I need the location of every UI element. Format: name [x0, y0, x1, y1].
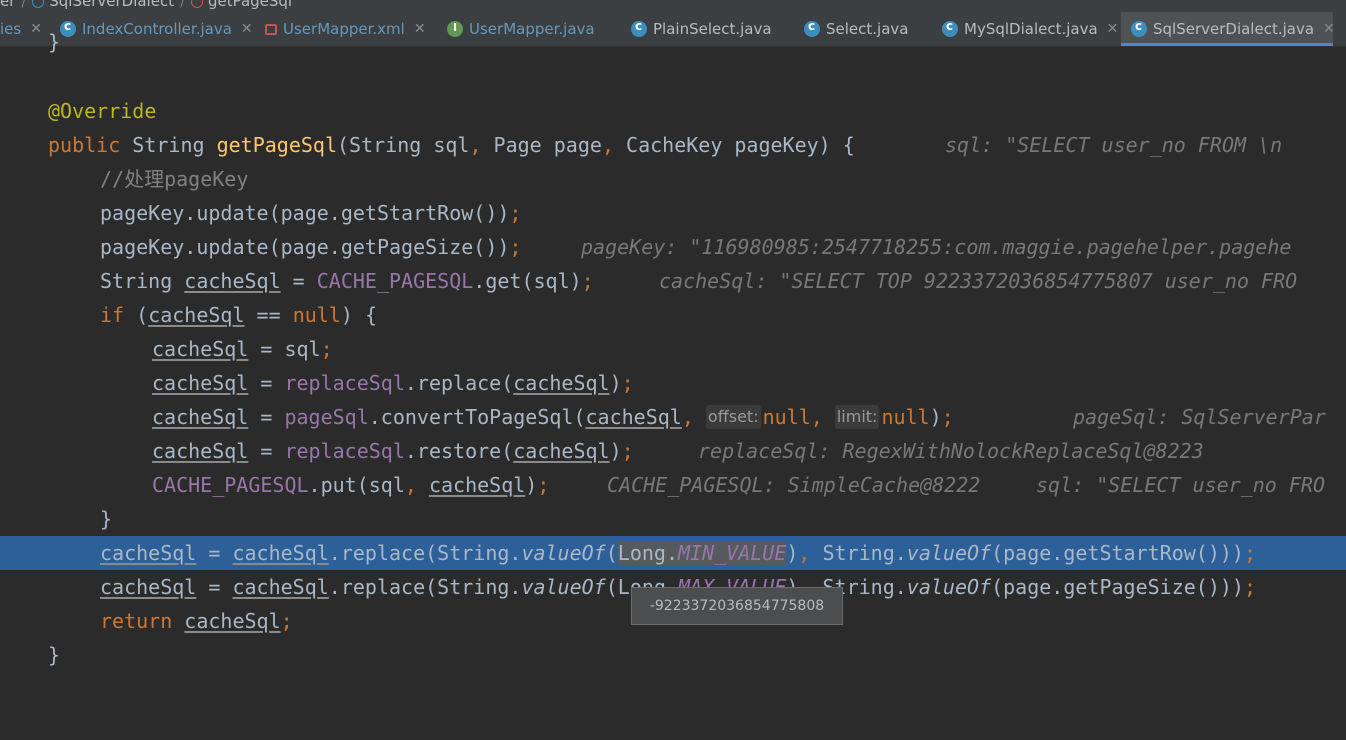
- code-line[interactable]: }: [0, 638, 1346, 672]
- variable-cachesql[interactable]: cacheSql: [152, 405, 248, 429]
- code-line[interactable]: String cacheSql = CACHE_PAGESQL.get(sql)…: [0, 264, 1346, 298]
- debug-inline-value: sql: "SELECT user_no FROM \n: [945, 133, 1283, 157]
- field-pagesql[interactable]: pageSql: [284, 405, 368, 429]
- selected-expression[interactable]: Long.MIN_VALUE: [617, 541, 787, 565]
- breadcrumb-item-method[interactable]: getPageSql: [208, 0, 292, 10]
- brace: }: [48, 643, 61, 667]
- return-type: String: [132, 133, 205, 157]
- field-replacesql[interactable]: replaceSql: [284, 371, 404, 395]
- variable-cachesql[interactable]: cacheSql: [100, 541, 196, 565]
- code-line[interactable]: CACHE_PAGESQL.put(sql, cacheSql); CACHE_…: [0, 468, 1346, 502]
- parameter-hint-offset: offset:: [705, 405, 761, 429]
- code-line-if[interactable]: if (cacheSql == null) {: [0, 298, 1346, 332]
- field-cache-pagesql[interactable]: CACHE_PAGESQL: [152, 473, 309, 497]
- brace: }: [48, 30, 61, 54]
- override-annotation: @Override: [48, 99, 157, 123]
- variable-cachesql[interactable]: cacheSql: [184, 269, 280, 293]
- keyword-null: null: [292, 303, 341, 327]
- code-line[interactable]: cacheSql = pageSql.convertToPageSql(cach…: [0, 400, 1346, 434]
- variable-cachesql[interactable]: cacheSql: [152, 439, 248, 463]
- debug-inline-value: pageSql: SqlServerPar: [1073, 405, 1326, 429]
- code-line[interactable]: }: [0, 25, 1346, 59]
- variable-cachesql[interactable]: cacheSql: [148, 303, 244, 327]
- breadcrumb: er / SqlServerDialect / getPageSql: [0, 0, 1346, 12]
- code-line[interactable]: }: [0, 502, 1346, 536]
- code-line-annotation[interactable]: @Override: [0, 94, 1346, 128]
- parameter-hint-limit: limit:: [834, 405, 880, 429]
- code-line[interactable]: cacheSql = sql;: [0, 332, 1346, 366]
- keyword-if: if: [100, 303, 125, 327]
- value-tooltip: -9223372036854775808: [631, 587, 843, 625]
- keyword-return: return: [100, 609, 173, 633]
- current-execution-line[interactable]: cacheSql = cacheSql.replace(String.value…: [0, 536, 1346, 570]
- breadcrumb-separator: /: [21, 0, 27, 10]
- code-line-comment[interactable]: //处理pageKey: [0, 162, 1346, 196]
- code-line[interactable]: cacheSql = replaceSql.restore(cacheSql);…: [0, 434, 1346, 468]
- code-line[interactable]: cacheSql = replaceSql.replace(cacheSql);: [0, 366, 1346, 400]
- breadcrumb-item-class[interactable]: SqlServerDialect: [49, 0, 174, 10]
- breadcrumb-separator: /: [180, 0, 186, 10]
- field-replacesql[interactable]: replaceSql: [284, 439, 404, 463]
- field-cache-pagesql[interactable]: CACHE_PAGESQL: [317, 269, 474, 293]
- code-line-method-signature[interactable]: public String getPageSql(String sql, Pag…: [0, 128, 1346, 162]
- variable-cachesql[interactable]: cacheSql: [152, 371, 248, 395]
- debug-inline-value: CACHE_PAGESQL: SimpleCache@8222: [607, 473, 981, 497]
- breadcrumb-item-package[interactable]: er: [0, 0, 15, 10]
- keyword-public: public: [48, 133, 121, 157]
- debug-inline-value: pageKey: "116980985:2547718255:com.maggi…: [581, 235, 1292, 259]
- debug-inline-value: replaceSql: RegexWithNolockReplaceSql@82…: [698, 439, 1204, 463]
- class-icon: [32, 0, 45, 8]
- variable-cachesql[interactable]: cacheSql: [152, 337, 248, 361]
- variable-cachesql[interactable]: cacheSql: [184, 609, 280, 633]
- brace: }: [100, 507, 113, 531]
- code-line[interactable]: pageKey.update(page.getPageSize()); page…: [0, 230, 1346, 264]
- method-name[interactable]: getPageSql: [217, 133, 337, 157]
- debug-inline-value: sql: "SELECT user_no FRO: [1036, 473, 1325, 497]
- variable-cachesql[interactable]: cacheSql: [100, 575, 196, 599]
- comment: //处理pageKey: [100, 167, 249, 191]
- code-editor[interactable]: } @Override public String getPageSql(Str…: [0, 30, 1346, 667]
- code-line[interactable]: pageKey.update(page.getStartRow());: [0, 196, 1346, 230]
- debug-inline-value: cacheSql: "SELECT TOP 922337203685477580…: [659, 269, 1298, 293]
- method-icon: [191, 0, 204, 8]
